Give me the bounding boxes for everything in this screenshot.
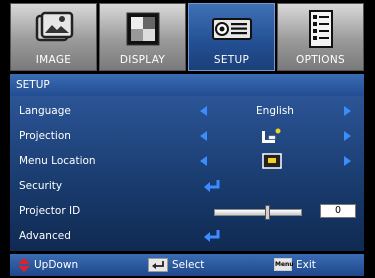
menu-item-menu-location[interactable]: Menu Location bbox=[10, 149, 364, 174]
projector-tab-icon bbox=[211, 18, 252, 40]
tab-setup-label: SETUP bbox=[213, 54, 250, 66]
projector-id-slider[interactable] bbox=[214, 209, 302, 216]
menu-item-projector-id[interactable]: Projector ID 0 bbox=[10, 199, 364, 224]
menu-item-security[interactable]: Security bbox=[10, 174, 364, 199]
tab-bar: IMAGE DISPLAY SETUP OPTIONS bbox=[10, 3, 364, 71]
menu-item-label: Projection bbox=[19, 130, 71, 142]
tab-image[interactable]: IMAGE bbox=[10, 3, 97, 71]
menu-key-icon: Menu bbox=[274, 258, 294, 271]
osd-menu: IMAGE DISPLAY SETUP OPTIONS SETUP Langua… bbox=[0, 0, 375, 278]
display-tab-icon bbox=[126, 12, 159, 46]
arrow-left-icon[interactable] bbox=[200, 131, 207, 141]
hint-select-label: Select bbox=[172, 259, 205, 271]
menu-item-advanced[interactable]: Advanced bbox=[10, 224, 364, 249]
tab-setup[interactable]: SETUP bbox=[188, 3, 275, 71]
options-tab-icon bbox=[308, 10, 333, 48]
arrow-left-icon[interactable] bbox=[200, 106, 207, 116]
updown-key-icon bbox=[18, 258, 30, 272]
hint-updown: UpDown bbox=[18, 258, 78, 272]
image-tab-icon bbox=[35, 11, 73, 42]
footer-hints: UpDown Select Menu Exit bbox=[10, 254, 364, 276]
hint-updown-label: UpDown bbox=[34, 259, 79, 271]
menu-item-label: Advanced bbox=[19, 230, 71, 242]
arrow-right-icon[interactable] bbox=[344, 156, 351, 166]
menu-item-language[interactable]: Language English bbox=[10, 99, 364, 124]
hint-exit: Menu Exit bbox=[274, 258, 316, 271]
menu-item-label: Projector ID bbox=[19, 205, 81, 217]
setup-menu: Language English Projection Menu Locatio… bbox=[10, 96, 364, 251]
tab-image-label: IMAGE bbox=[35, 54, 72, 66]
enter-icon[interactable] bbox=[202, 178, 222, 194]
menu-item-projection[interactable]: Projection bbox=[10, 124, 364, 149]
projection-mode-icon bbox=[262, 128, 281, 143]
menu-item-label: Language bbox=[19, 105, 71, 117]
menu-location-icon bbox=[262, 153, 282, 169]
arrow-right-icon[interactable] bbox=[344, 106, 351, 116]
projector-id-value: 0 bbox=[320, 204, 356, 218]
enter-icon[interactable] bbox=[202, 228, 222, 244]
arrow-right-icon[interactable] bbox=[344, 131, 351, 141]
tab-display[interactable]: DISPLAY bbox=[99, 3, 186, 71]
menu-item-label: Security bbox=[19, 180, 63, 192]
menu-item-label: Menu Location bbox=[19, 155, 96, 167]
slider-handle[interactable] bbox=[265, 205, 271, 220]
tab-display-label: DISPLAY bbox=[119, 54, 166, 66]
hint-select: Select bbox=[148, 258, 204, 272]
menu-title: SETUP bbox=[10, 74, 364, 96]
tab-options[interactable]: OPTIONS bbox=[277, 3, 364, 71]
hint-exit-label: Exit bbox=[296, 258, 316, 271]
arrow-left-icon[interactable] bbox=[200, 156, 207, 166]
enter-key-icon bbox=[148, 258, 168, 272]
language-value: English bbox=[256, 105, 294, 117]
tab-options-label: OPTIONS bbox=[296, 54, 345, 66]
